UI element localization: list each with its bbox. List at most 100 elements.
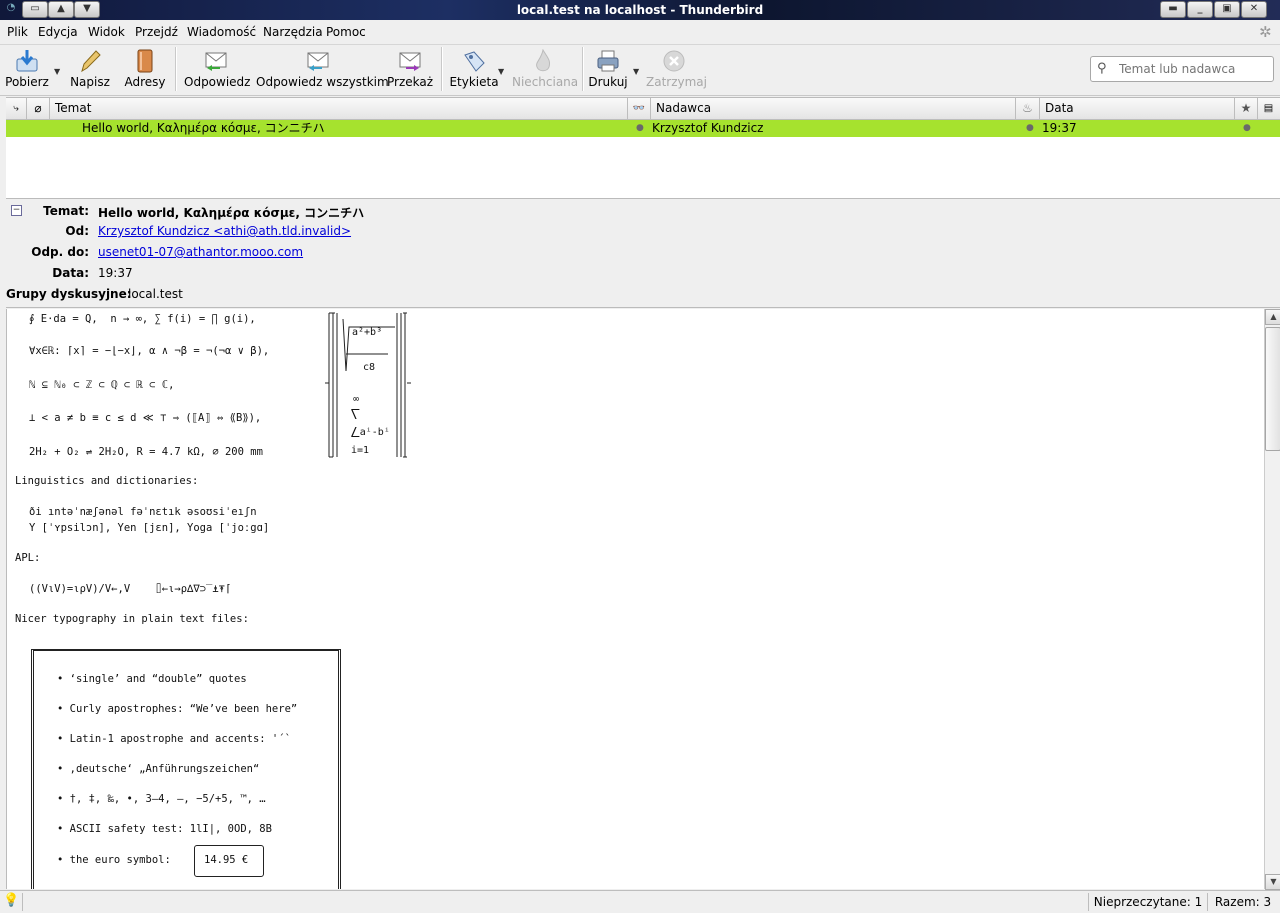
thread-pane: ⤷ ⌀ Temat 👓 Nadawca ♨ Data ★ ▤ Hello wor… [6,97,1280,199]
read-dot-icon[interactable]: ● [636,120,644,137]
hide-button[interactable]: ▬ [1160,1,1186,18]
header-from-link[interactable]: Krzysztof Kundzicz <athi@ath.tld.invalid… [98,224,351,238]
message-sender: Krzysztof Kundzicz [652,121,764,135]
menu-edit[interactable]: Edycja [38,25,78,39]
bullet-line: • the euro symbol: [57,854,171,866]
tag-button[interactable]: Etykieta [448,45,500,93]
menu-help[interactable]: Pomoc [326,25,366,39]
scroll-down-icon[interactable]: ▼ [1265,874,1280,890]
attachment-column-icon[interactable]: ⌀ [27,98,50,119]
header-subject: Hello world, Καλημέρα κόσμε, コンニチハ [98,206,365,220]
forward-icon [398,49,422,73]
print-button[interactable]: Drukuj [586,45,630,93]
column-sender-label: Nadawca [656,101,712,115]
address-book-icon [133,49,157,73]
column-subject[interactable]: Temat [50,98,628,119]
body-scrollbar[interactable]: ▲ ▼ [1264,309,1280,890]
shade-down-button[interactable]: ▼ [74,1,100,18]
message-subject: Hello world, Καλημέρα κόσμε, コンニチハ [82,121,325,135]
maximize-button[interactable]: ▣ [1214,1,1240,18]
bullet-line: • ‚deutsche‘ „Anführungszeichen“ [57,763,260,775]
column-sender[interactable]: Nadawca [651,98,1016,119]
star-column-icon[interactable]: ★ [1235,98,1258,119]
pencil-icon [78,49,102,73]
junk-dot-icon[interactable]: ● [1026,120,1034,137]
formula-denominator: c8 [363,362,376,373]
apl-line: ((V⍳V)=⍳⍴V)/V←,V ⌷←⍳→⍴∆∇⊃‾⍎⍕⌈ [29,583,232,595]
header-replyto-link[interactable]: usenet01-07@athantor.mooo.com [98,245,303,259]
message-body: ∮ E⋅da = Q, n → ∞, ∑ f(i) = ∏ g(i), ∀x∈ℝ… [6,309,1265,889]
menu-go[interactable]: Przejdź [135,25,178,39]
star-dot-icon[interactable]: ● [1243,120,1251,137]
linguistics-heading: Linguistics and dictionaries: [15,475,199,487]
euro-value: 14.95 € [204,854,249,866]
print-dropdown-icon[interactable]: ▼ [633,67,639,76]
replyto-label: Odp. do: [31,245,89,259]
math-line-3: ℕ ⊆ ℕ₀ ⊂ ℤ ⊂ ℚ ⊂ ℝ ⊂ ℂ, [29,379,175,391]
stop-button[interactable]: Zatrzymaj [646,45,707,93]
column-picker-icon[interactable]: ▤ [1258,98,1279,119]
get-messages-button[interactable]: Pobierz [3,45,51,93]
menu-file[interactable]: Plik [7,25,28,39]
menu-tools[interactable]: Narzędzia [263,25,323,39]
status-bar: 💡 Nieprzeczytane: 1 Razem: 3 [0,890,1280,913]
lightbulb-icon[interactable]: 💡 [3,893,19,908]
scrollbar-thumb[interactable] [1265,327,1280,451]
search-input[interactable] [1117,60,1271,78]
status-separator [22,893,23,911]
formula-term: ⎳aⁱ-bⁱ [351,427,390,438]
get-messages-dropdown-icon[interactable]: ▼ [54,67,60,76]
bullet-line: • Curly apostrophes: “We’ve been here” [57,703,298,715]
junk-button[interactable]: Niechciana [512,45,578,93]
from-label: Od: [65,224,89,238]
column-date[interactable]: Data [1040,98,1235,119]
close-button[interactable]: ✕ [1241,1,1267,18]
scroll-up-icon[interactable]: ▲ [1265,309,1280,325]
header-date: 19:37 [98,266,133,280]
tag-icon [462,49,486,73]
unread-count: Nieprzeczytane: 1 [1088,893,1207,911]
bullet-line: • ‘single’ and “double” quotes [57,673,247,685]
activity-throbber-icon: ✲ [1259,23,1272,41]
typography-heading: Nicer typography in plain text files: [15,613,249,625]
menu-bar: Plik Edycja Widok Przejdź Wiadomość Narz… [0,20,1280,45]
title-bar: ◔ ▭ ▲ ▼ local.test na localhost - Thunde… [0,0,1280,20]
reply-all-button[interactable]: Odpowiedz wszystkim [256,45,389,93]
column-date-label: Data [1045,101,1074,115]
app-icon[interactable]: ◔ [4,1,18,16]
forward-button[interactable]: Przekaż [386,45,434,93]
total-count: Razem: 3 [1207,893,1278,911]
flame-icon [531,48,555,73]
junk-column-icon[interactable]: ♨ [1016,98,1040,119]
groups-label: Grupy dyskusyjne: [6,287,132,301]
message-row[interactable]: Hello world, Καλημέρα κόσμε, コンニチハ ● Krz… [6,120,1280,137]
toolbar-separator [582,47,584,91]
formula-infinity: ∞ [353,394,360,405]
printer-icon [596,49,620,73]
bullet-line: • ASCII safety test: 1lI|, 0OD, 8B [57,823,272,835]
address-book-button[interactable]: Adresy [122,45,168,93]
toolbar-separator [175,47,177,91]
math-line-1: ∮ E⋅da = Q, n → ∞, ∑ f(i) = ∏ g(i), [29,313,256,325]
math-line-4: ⊥ < a ≠ b ≡ c ≤ d ≪ ⊤ ⇒ (⟦A⟧ ⇔ ⟪B⟫), [29,412,262,424]
tag-dropdown-icon[interactable]: ▼ [498,67,504,76]
reply-icon [204,49,228,73]
download-icon [15,49,39,73]
write-button[interactable]: Napisz [68,45,112,93]
menu-view[interactable]: Widok [88,25,125,39]
reply-button[interactable]: Odpowiedz [184,45,250,93]
window-title: local.test na localhost - Thunderbird [516,3,764,17]
collapse-header-icon[interactable]: − [11,205,22,216]
math-line-2: ∀x∈ℝ: ⌈x⌉ = −⌊−x⌋, α ∧ ¬β = ¬(¬α ∨ β), [29,345,270,357]
shade-up-button[interactable]: ▲ [48,1,74,18]
window-menu-button[interactable]: ▭ [22,1,48,18]
minimize-button[interactable]: _ [1187,1,1213,18]
read-column-icon[interactable]: 👓 [628,98,651,119]
subject-label: Temat: [43,204,89,218]
formula-index: i=1 [351,445,370,456]
menu-message[interactable]: Wiadomość [187,25,256,39]
toolbar-separator [441,47,443,91]
quick-search-box[interactable]: ⚲ [1090,56,1274,82]
thread-column-icon[interactable]: ⤷ [6,98,27,119]
column-headers: ⤷ ⌀ Temat 👓 Nadawca ♨ Data ★ ▤ [6,98,1280,120]
